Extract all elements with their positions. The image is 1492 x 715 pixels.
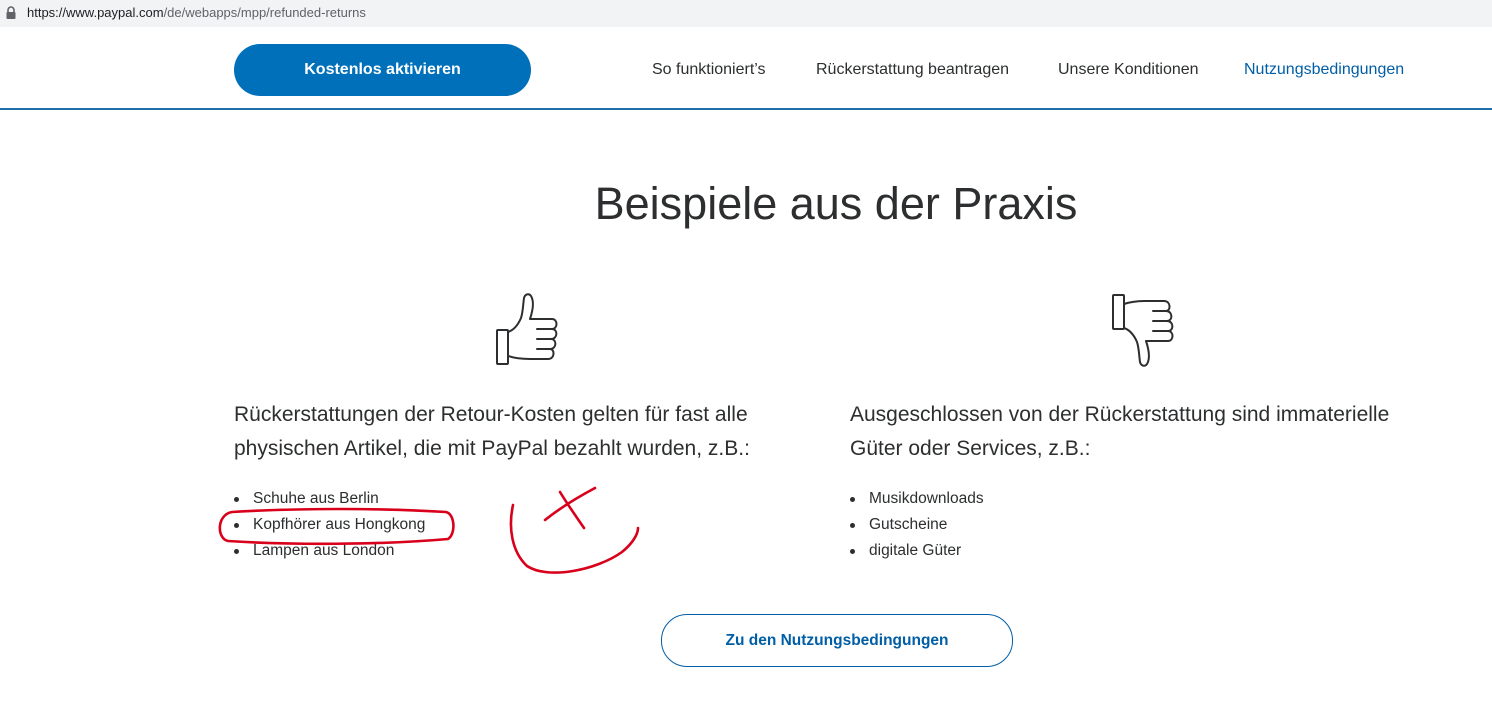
page: https://www.paypal.com/de/webapps/mpp/re…: [0, 0, 1492, 715]
nav-terms-of-use[interactable]: Nutzungsbedingungen: [1244, 60, 1404, 80]
list-item: Kopfhörer aus Hongkong: [234, 512, 425, 538]
list-item: Schuhe aus Berlin: [234, 486, 425, 512]
nav-our-conditions[interactable]: Unsere Konditionen: [1058, 60, 1199, 80]
excluded-intro: Ausgeschlossen von der Rückerstattung si…: [850, 398, 1389, 466]
excluded-intro-line-2: Güter oder Services, z.B.:: [850, 437, 1091, 460]
url-host: https://www.paypal.com: [27, 5, 164, 20]
cross-mark: [543, 486, 597, 530]
thumbs-down-icon: [1112, 294, 1174, 367]
frown-curve: [509, 503, 640, 574]
browser-address-bar[interactable]: https://www.paypal.com/de/webapps/mpp/re…: [0, 0, 1492, 27]
included-intro-line-2: physischen Artikel, die mit PayPal bezah…: [234, 437, 750, 460]
thumbs-up-icon: [496, 293, 558, 365]
lock-icon: [6, 6, 16, 19]
included-intro-line-1: Rückerstattungen der Retour-Kosten gelte…: [234, 403, 748, 426]
list-item: digitale Güter: [850, 538, 984, 564]
list-item: Lampen aus London: [234, 538, 425, 564]
site-header: Kostenlos aktivieren So funktioniert’s R…: [0, 27, 1492, 110]
url-text[interactable]: https://www.paypal.com/de/webapps/mpp/re…: [27, 5, 366, 21]
terms-of-use-button[interactable]: Zu den Nutzungsbedingungen: [661, 614, 1013, 667]
excluded-list: Musikdownloads Gutscheine digitale Güter: [850, 486, 984, 564]
url-path: /de/webapps/mpp/refunded-returns: [163, 5, 366, 20]
nav-request-refund[interactable]: Rückerstattung beantragen: [816, 60, 1009, 80]
included-intro: Rückerstattungen der Retour-Kosten gelte…: [234, 398, 750, 466]
list-item: Gutscheine: [850, 512, 984, 538]
nav-how-it-works[interactable]: So funktioniert’s: [652, 60, 766, 80]
included-list: Schuhe aus Berlin Kopfhörer aus Hongkong…: [234, 486, 425, 564]
activate-free-button[interactable]: Kostenlos aktivieren: [234, 44, 531, 96]
excluded-intro-line-1: Ausgeschlossen von der Rückerstattung si…: [850, 403, 1390, 426]
page-title: Beispiele aus der Praxis: [594, 178, 1078, 229]
list-item: Musikdownloads: [850, 486, 984, 512]
